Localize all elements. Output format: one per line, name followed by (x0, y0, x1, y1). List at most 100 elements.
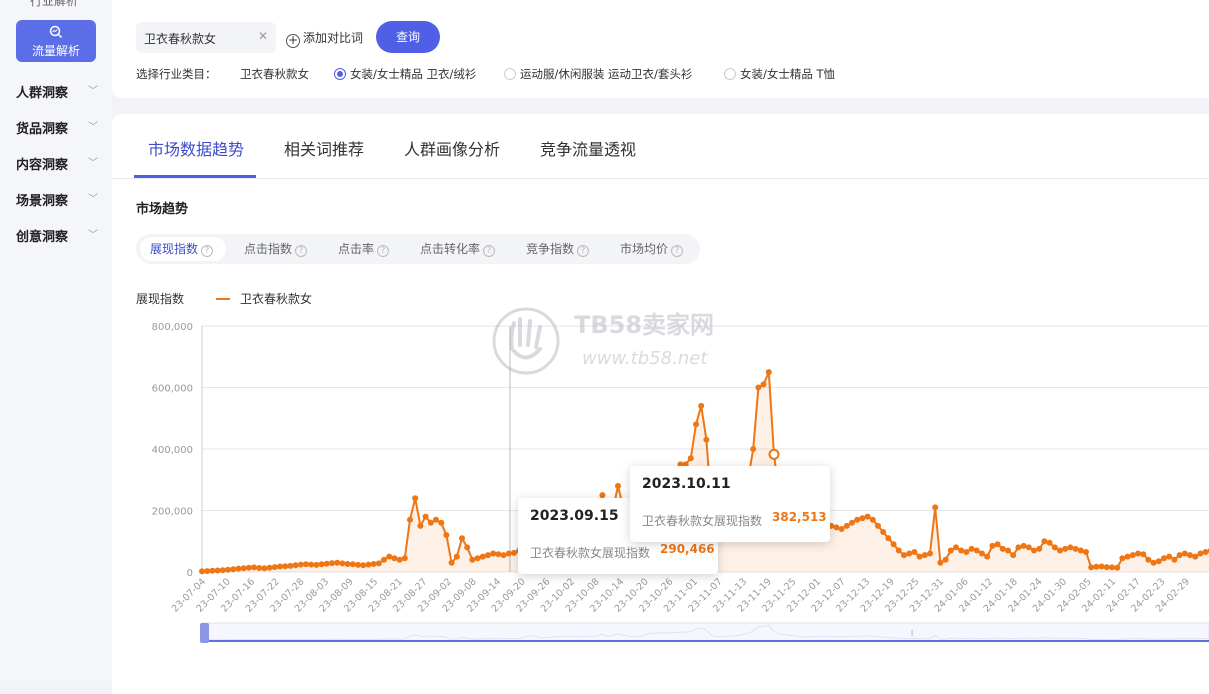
data-point (1197, 550, 1204, 557)
data-point (1114, 564, 1121, 571)
data-point (1093, 563, 1100, 570)
data-point (1150, 559, 1157, 566)
tooltip-value: 290,466 (660, 542, 715, 556)
zoom-handle-left[interactable] (200, 623, 209, 643)
data-point (417, 522, 424, 529)
data-point (261, 565, 268, 572)
data-point (204, 568, 211, 575)
data-point (1181, 550, 1188, 557)
data-point (838, 526, 845, 532)
data-point (329, 560, 335, 567)
data-point (979, 550, 985, 557)
data-point (1036, 545, 1043, 552)
data-point (1161, 555, 1167, 562)
y-tick-label: 400,000 (152, 445, 193, 456)
data-point (843, 522, 850, 529)
data-point (1005, 547, 1011, 554)
data-point (303, 561, 309, 568)
data-point (927, 550, 933, 557)
data-point (849, 519, 855, 526)
watermark-url: www.tb58.net (582, 348, 708, 369)
data-point (1103, 564, 1110, 571)
data-point (994, 541, 1001, 548)
data-point (989, 542, 996, 549)
data-point (401, 555, 408, 562)
data-point (230, 566, 237, 573)
data-point (859, 515, 866, 522)
data-point (1083, 549, 1089, 555)
data-point (219, 567, 226, 574)
data-point (963, 549, 970, 555)
data-point (1135, 550, 1141, 557)
data-point (391, 555, 398, 562)
data-point (235, 565, 242, 572)
data-point (901, 552, 907, 559)
data-point (511, 549, 517, 556)
data-point (755, 384, 762, 391)
data-point (505, 550, 512, 557)
data-point (240, 565, 247, 572)
data-point (407, 516, 413, 523)
data-point (1171, 556, 1178, 563)
data-point (209, 567, 216, 574)
data-point (953, 544, 959, 551)
data-point (973, 547, 980, 554)
data-point (334, 559, 341, 566)
data-point (932, 504, 939, 511)
data-point (438, 519, 445, 526)
data-point (1166, 553, 1173, 560)
data-point (869, 516, 876, 523)
tooltip-value: 382,513 (772, 510, 827, 524)
data-point (890, 541, 897, 548)
data-point (615, 482, 621, 489)
data-point (1057, 547, 1063, 554)
tooltip-date: 2023.09.15 (530, 508, 619, 524)
data-point (1098, 563, 1105, 570)
data-point (1109, 564, 1115, 571)
data-point (947, 547, 954, 554)
data-point (386, 553, 393, 560)
data-point (864, 513, 871, 520)
data-point (370, 561, 377, 567)
data-point (485, 552, 491, 559)
data-point (381, 556, 387, 563)
data-point (984, 553, 991, 560)
y-tick-label: 800,000 (152, 322, 193, 333)
data-point (256, 565, 263, 571)
data-point (297, 561, 304, 568)
data-point (937, 559, 944, 566)
data-point (459, 535, 465, 542)
data-point (958, 547, 965, 554)
data-point (895, 547, 902, 554)
data-point (1124, 553, 1131, 560)
data-point (999, 545, 1006, 552)
data-point (355, 561, 361, 568)
data-point (854, 516, 861, 523)
data-point (479, 553, 486, 560)
data-point (396, 556, 403, 563)
data-point (1062, 545, 1069, 552)
data-point (1192, 553, 1199, 560)
tooltip-series: 卫衣春秋款女展现指数 (530, 546, 651, 560)
data-point (968, 545, 975, 552)
data-point (266, 564, 273, 571)
data-point (469, 556, 476, 563)
data-point (448, 559, 455, 566)
data-point (1129, 552, 1136, 559)
data-point (1072, 545, 1079, 552)
data-point (323, 560, 330, 567)
data-point (277, 563, 283, 570)
data-point (750, 446, 757, 452)
data-point (443, 532, 450, 539)
data-point (360, 562, 367, 569)
highlight-point (768, 448, 780, 460)
data-point (412, 495, 419, 502)
data-point (464, 544, 471, 551)
data-point (349, 561, 356, 568)
zoom-drag-handle[interactable]: ⁞ (911, 629, 914, 639)
data-point (318, 561, 325, 568)
data-point (1031, 547, 1037, 554)
data-point (1088, 564, 1095, 571)
data-point (693, 421, 699, 428)
data-point (308, 561, 315, 568)
